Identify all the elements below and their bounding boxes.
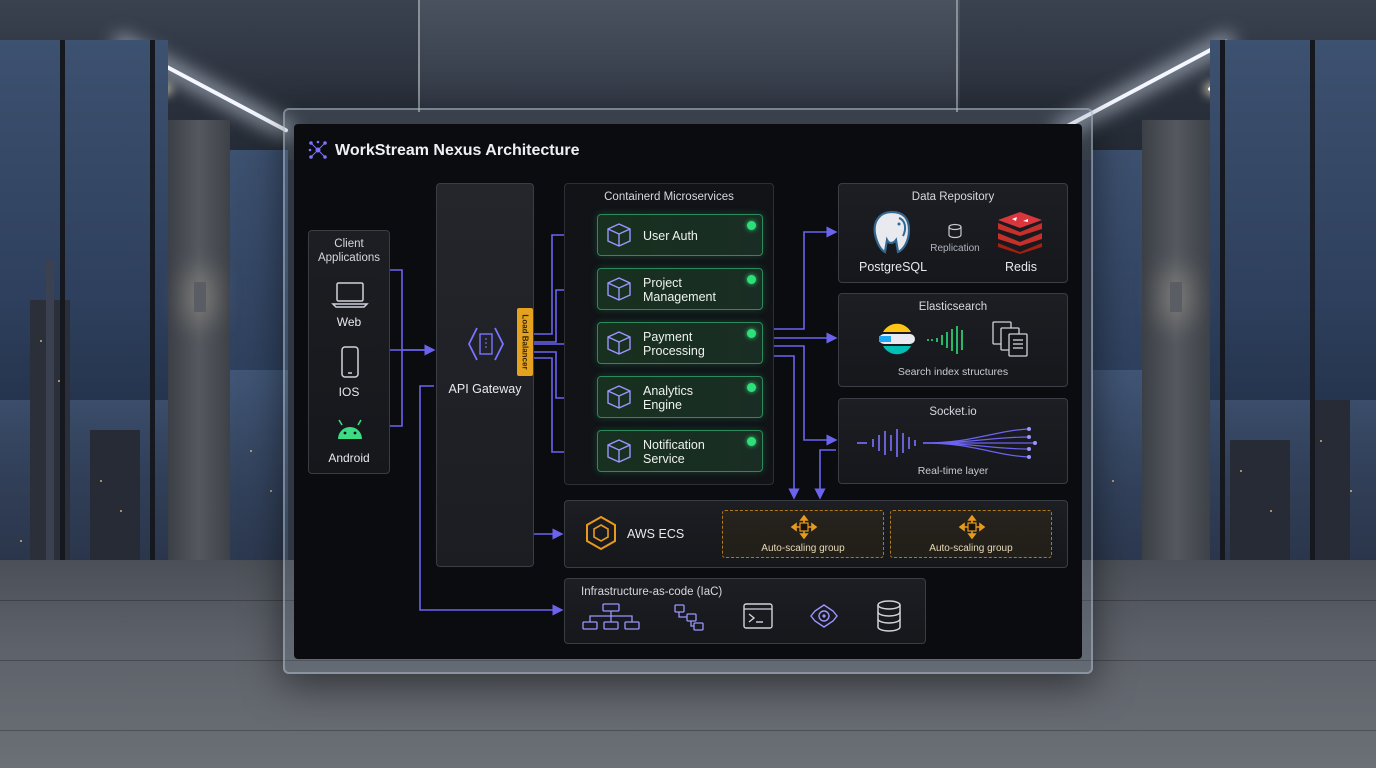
cube-icon bbox=[607, 439, 631, 463]
service-payment-processing[interactable]: Payment Processing bbox=[597, 322, 763, 364]
laptop-icon bbox=[331, 282, 369, 308]
gateway-icon bbox=[467, 327, 505, 361]
data-repository-title: Data Repository bbox=[911, 191, 995, 203]
documents-icon bbox=[992, 321, 1028, 357]
hanging-wire bbox=[418, 0, 420, 112]
load-balancer-tag: Load Balancer bbox=[517, 308, 533, 376]
cloud-gear-icon bbox=[810, 604, 838, 628]
auto-scaling-label: Auto-scaling group bbox=[929, 543, 1013, 554]
client-applications-box: Client Applications Web IOS Android bbox=[308, 230, 390, 474]
client-item-android: Android bbox=[328, 451, 370, 465]
wall-sconce bbox=[1170, 282, 1182, 312]
auto-scaling-group: Auto-scaling group bbox=[722, 510, 884, 558]
api-gateway-label: API Gateway bbox=[448, 382, 522, 396]
wall-column bbox=[168, 120, 230, 570]
aws-ecs-label: AWS ECS bbox=[627, 527, 685, 541]
socketio-box: Socket.io Real-time layer bbox=[838, 398, 1068, 484]
scaling-arrows-icon bbox=[958, 515, 986, 539]
wall-sconce bbox=[194, 282, 206, 312]
service-project-management[interactable]: Project Management bbox=[597, 268, 763, 310]
microservices-title: Containerd Microservices bbox=[604, 191, 734, 203]
flowchart-icon bbox=[582, 603, 640, 630]
terminal-icon bbox=[743, 603, 773, 629]
service-label: Project Management bbox=[643, 276, 716, 304]
diagram-title: WorkStream Nexus Architecture bbox=[335, 142, 580, 159]
client-item-web: Web bbox=[336, 315, 362, 329]
service-label: Payment Processing bbox=[643, 330, 705, 358]
auto-scaling-group: Auto-scaling group bbox=[890, 510, 1052, 558]
iac-box: Infrastructure-as-code (IaC) bbox=[564, 578, 926, 644]
elasticsearch-title: Elasticsearch bbox=[918, 301, 988, 313]
ecs-hexagon-icon bbox=[586, 515, 616, 551]
service-label: User Auth bbox=[643, 229, 698, 243]
data-repository-box: Data Repository PostgreSQL Replication R… bbox=[838, 183, 1068, 283]
service-notification[interactable]: Notification Service bbox=[597, 430, 763, 472]
database-icon bbox=[948, 223, 962, 239]
status-indicator bbox=[747, 329, 756, 338]
iac-title: Infrastructure-as-code (IaC) bbox=[581, 586, 723, 598]
android-icon bbox=[338, 419, 362, 439]
load-balancer-label: Load Balancer bbox=[520, 314, 530, 370]
postgres-elephant-icon bbox=[873, 210, 911, 254]
index-signal-icon bbox=[927, 326, 963, 354]
redis-label: Redis bbox=[1005, 260, 1037, 274]
cube-icon bbox=[607, 385, 631, 409]
postgres-label: PostgreSQL bbox=[859, 260, 928, 274]
network-logo-icon bbox=[308, 140, 327, 159]
status-indicator bbox=[747, 437, 756, 446]
left-window bbox=[0, 40, 168, 630]
elasticsearch-box: Elasticsearch Search index structures bbox=[838, 293, 1068, 387]
scaling-arrows-icon bbox=[790, 515, 818, 539]
cube-icon bbox=[607, 277, 631, 301]
client-applications-title: Client Applications bbox=[317, 238, 380, 264]
wall-column bbox=[1142, 120, 1210, 570]
elasticsearch-icon bbox=[879, 323, 915, 355]
auto-scaling-label: Auto-scaling group bbox=[761, 543, 845, 554]
socketio-title: Socket.io bbox=[929, 406, 977, 418]
database-icon bbox=[877, 600, 901, 632]
ceiling-panel bbox=[420, 0, 960, 110]
socketio-caption: Real-time layer bbox=[917, 465, 989, 477]
replication-label: Replication bbox=[930, 243, 980, 254]
status-indicator bbox=[747, 383, 756, 392]
waveform-icon bbox=[857, 427, 1037, 459]
tree-icon bbox=[674, 604, 704, 631]
service-user-auth[interactable]: User Auth bbox=[597, 214, 763, 256]
status-indicator bbox=[747, 275, 756, 284]
client-item-ios: IOS bbox=[338, 385, 360, 399]
cube-icon bbox=[607, 223, 631, 247]
cube-icon bbox=[607, 331, 631, 355]
right-window bbox=[1210, 40, 1376, 630]
service-label: Notification Service bbox=[643, 438, 705, 466]
elasticsearch-caption: Search index structures bbox=[897, 366, 1009, 378]
status-indicator bbox=[747, 221, 756, 230]
service-label: Analytics Engine bbox=[643, 384, 694, 412]
redis-stack-icon bbox=[998, 212, 1042, 254]
hanging-wire bbox=[956, 0, 958, 112]
architecture-board: WorkStream Nexus Architecture Client App… bbox=[294, 124, 1082, 659]
service-analytics-engine[interactable]: Analytics Engine bbox=[597, 376, 763, 418]
phone-icon bbox=[341, 346, 359, 378]
